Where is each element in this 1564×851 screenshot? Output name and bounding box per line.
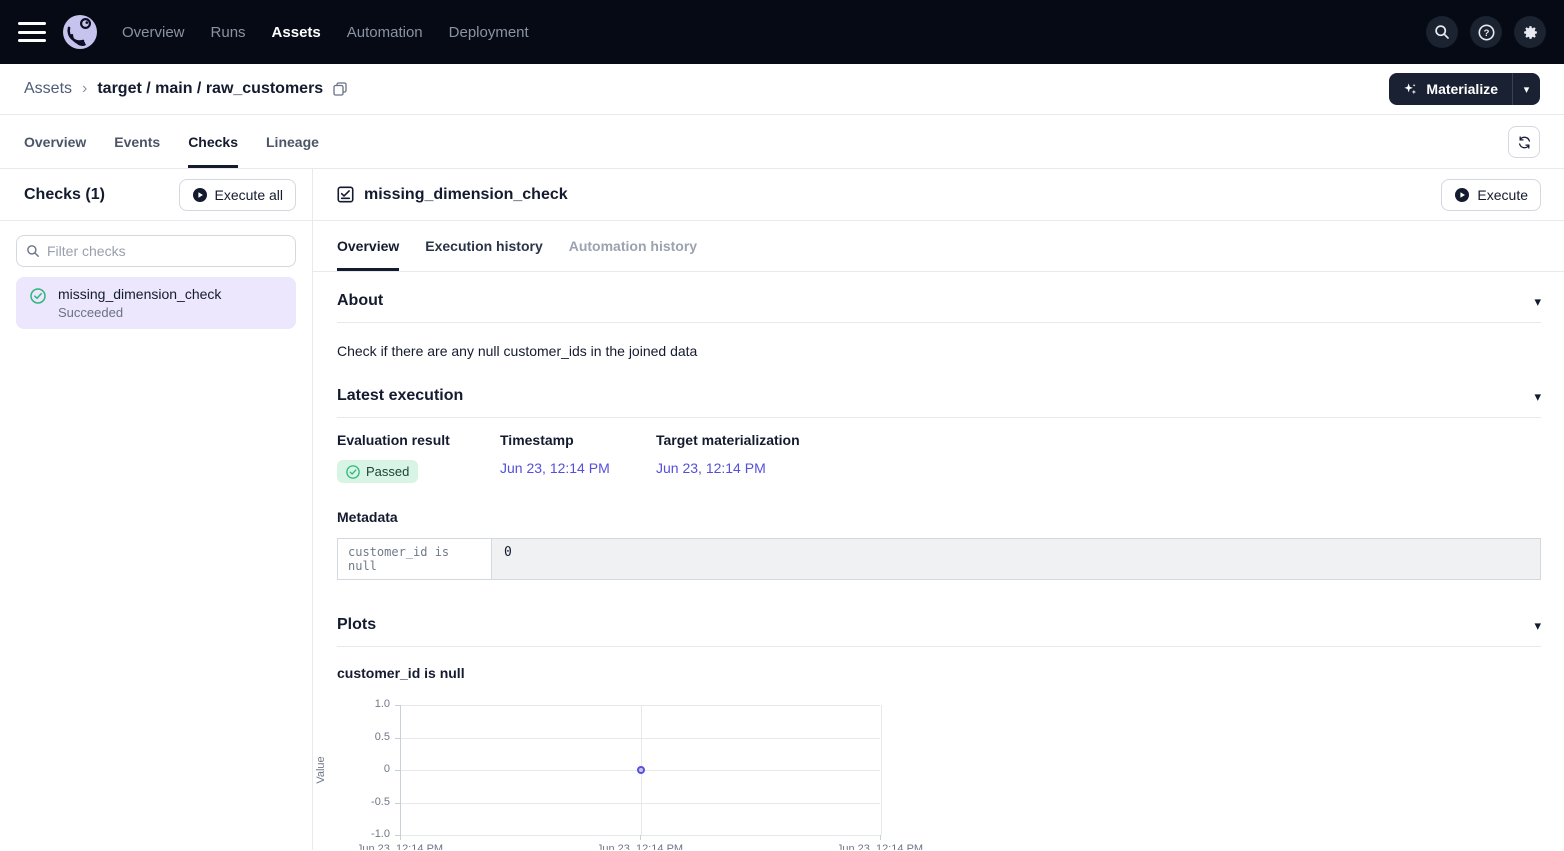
about-section-header: About ▾	[337, 292, 1541, 323]
check-value-chart: 1.0 0.5 0 -0.5 -1.0 Jun 23, 12:14 PM Jun 23, 1…	[337, 697, 1541, 850]
y-tick-label: -0.5	[337, 796, 390, 808]
execute-all-button[interactable]: Execute all	[179, 179, 296, 211]
v-gridline	[881, 705, 882, 835]
play-icon	[1454, 187, 1470, 203]
plots-heading: Plots	[337, 616, 376, 634]
nav-utilities: ?	[1426, 16, 1546, 48]
check-list-item[interactable]: missing_dimension_check Succeeded	[16, 277, 296, 329]
search-button[interactable]	[1426, 16, 1458, 48]
collapse-caret-icon[interactable]: ▾	[1534, 295, 1541, 308]
latest-execution-heading: Latest execution	[337, 387, 463, 405]
y-tick-label: -1.0	[337, 828, 390, 840]
check-success-icon	[30, 288, 46, 304]
plot-title: customer_id is null	[337, 665, 1541, 681]
tab-check-overview[interactable]: Overview	[337, 221, 399, 271]
y-tick-label: 1.0	[337, 698, 390, 710]
nav-runs[interactable]: Runs	[211, 24, 246, 41]
timestamp-link[interactable]: Jun 23, 12:14 PM	[500, 460, 656, 476]
tab-checks[interactable]: Checks	[188, 115, 238, 168]
breadcrumb-assets-link[interactable]: Assets	[24, 80, 72, 98]
filter-checks-field[interactable]	[16, 235, 296, 267]
y-tick-mark	[395, 738, 400, 739]
copy-icon	[333, 82, 347, 96]
check-detail-title: missing_dimension_check	[364, 186, 568, 204]
passed-badge: Passed	[337, 460, 418, 483]
tab-overview[interactable]: Overview	[24, 115, 86, 168]
x-tick-mark	[880, 835, 881, 840]
timestamp-header: Timestamp	[500, 432, 656, 448]
top-navigation-bar: Overview Runs Assets Automation Deployme…	[0, 0, 1564, 64]
tab-lineage[interactable]: Lineage	[266, 115, 319, 168]
search-icon	[1434, 24, 1450, 40]
check-detail-tabs: Overview Execution history Automation hi…	[313, 221, 1564, 272]
materialize-button[interactable]: Materialize	[1389, 73, 1512, 105]
settings-button[interactable]	[1514, 16, 1546, 48]
refresh-button[interactable]	[1508, 126, 1540, 158]
metadata-key: customer_id is null	[338, 539, 492, 579]
nav-assets[interactable]: Assets	[272, 24, 321, 41]
help-icon: ?	[1478, 24, 1495, 41]
sparkle-icon	[1403, 82, 1418, 97]
latest-execution-section-header: Latest execution ▾	[337, 387, 1541, 418]
evaluation-result-header: Evaluation result	[337, 432, 500, 448]
filter-checks-input[interactable]	[47, 243, 286, 259]
check-success-icon	[346, 465, 360, 479]
check-detail-panel: missing_dimension_check Execute Overview…	[313, 169, 1564, 850]
x-tick-label: Jun 23, 12:14 PM	[340, 843, 460, 850]
y-tick-mark	[395, 803, 400, 804]
x-tick-label: Jun 23, 12:14 PM	[820, 843, 940, 850]
check-overview-content: About ▾ Check if there are any null cust…	[313, 272, 1564, 850]
latest-execution-grid: Evaluation result Passed Timestamp Jun 2…	[337, 432, 1541, 483]
play-icon	[192, 187, 208, 203]
x-tick-mark	[400, 835, 401, 840]
dagster-logo[interactable]	[62, 14, 98, 50]
y-axis-label: Value	[315, 756, 327, 783]
hamburger-menu-icon[interactable]	[18, 22, 46, 42]
target-materialization-header: Target materialization	[656, 432, 800, 448]
y-tick-label: 0	[337, 763, 390, 775]
data-point[interactable]	[637, 766, 645, 774]
help-button[interactable]: ?	[1470, 16, 1502, 48]
metadata-value: 0	[492, 539, 1540, 579]
breadcrumb-chevron-icon: ›	[82, 80, 87, 98]
check-status: Succeeded	[58, 305, 221, 320]
plots-section-header: Plots ▾	[337, 616, 1541, 647]
collapse-caret-icon[interactable]: ▾	[1534, 619, 1541, 632]
x-tick-mark	[640, 835, 641, 840]
nav-deployment[interactable]: Deployment	[449, 24, 529, 41]
breadcrumb-row: Assets › target / main / raw_customers M…	[0, 64, 1564, 115]
materialize-options-caret[interactable]: ▾	[1512, 73, 1540, 105]
metadata-table: customer_id is null 0	[337, 538, 1541, 580]
materialize-split-button: Materialize ▾	[1389, 73, 1540, 105]
tab-automation-history[interactable]: Automation history	[569, 221, 697, 271]
refresh-icon	[1517, 135, 1532, 150]
checks-sidebar: Checks (1) Execute all missing_d	[0, 169, 313, 850]
nav-overview[interactable]: Overview	[122, 24, 185, 41]
collapse-caret-icon[interactable]: ▾	[1534, 390, 1541, 403]
y-tick-label: 0.5	[337, 731, 390, 743]
tab-execution-history[interactable]: Execution history	[425, 221, 542, 271]
plot-area	[400, 705, 880, 835]
asset-check-icon	[337, 186, 354, 203]
primary-nav: Overview Runs Assets Automation Deployme…	[122, 24, 529, 41]
y-tick-mark	[395, 770, 400, 771]
x-tick-label: Jun 23, 12:14 PM	[580, 843, 700, 850]
gear-icon	[1522, 24, 1539, 41]
metadata-heading: Metadata	[337, 509, 1541, 525]
about-heading: About	[337, 292, 383, 310]
asset-tabs-row: Overview Events Checks Lineage	[0, 115, 1564, 169]
asset-key-path: target / main / raw_customers	[97, 80, 323, 98]
check-description: Check if there are any null customer_ids…	[337, 343, 1541, 359]
target-materialization-link[interactable]: Jun 23, 12:14 PM	[656, 460, 800, 476]
check-name: missing_dimension_check	[58, 286, 221, 302]
y-tick-mark	[395, 705, 400, 706]
svg-text:?: ?	[1483, 28, 1489, 39]
copy-asset-key-button[interactable]	[333, 82, 347, 96]
tab-events[interactable]: Events	[114, 115, 160, 168]
search-icon	[26, 244, 40, 258]
execute-button[interactable]: Execute	[1441, 179, 1541, 211]
checks-count-title: Checks (1)	[24, 186, 105, 204]
nav-automation[interactable]: Automation	[347, 24, 423, 41]
